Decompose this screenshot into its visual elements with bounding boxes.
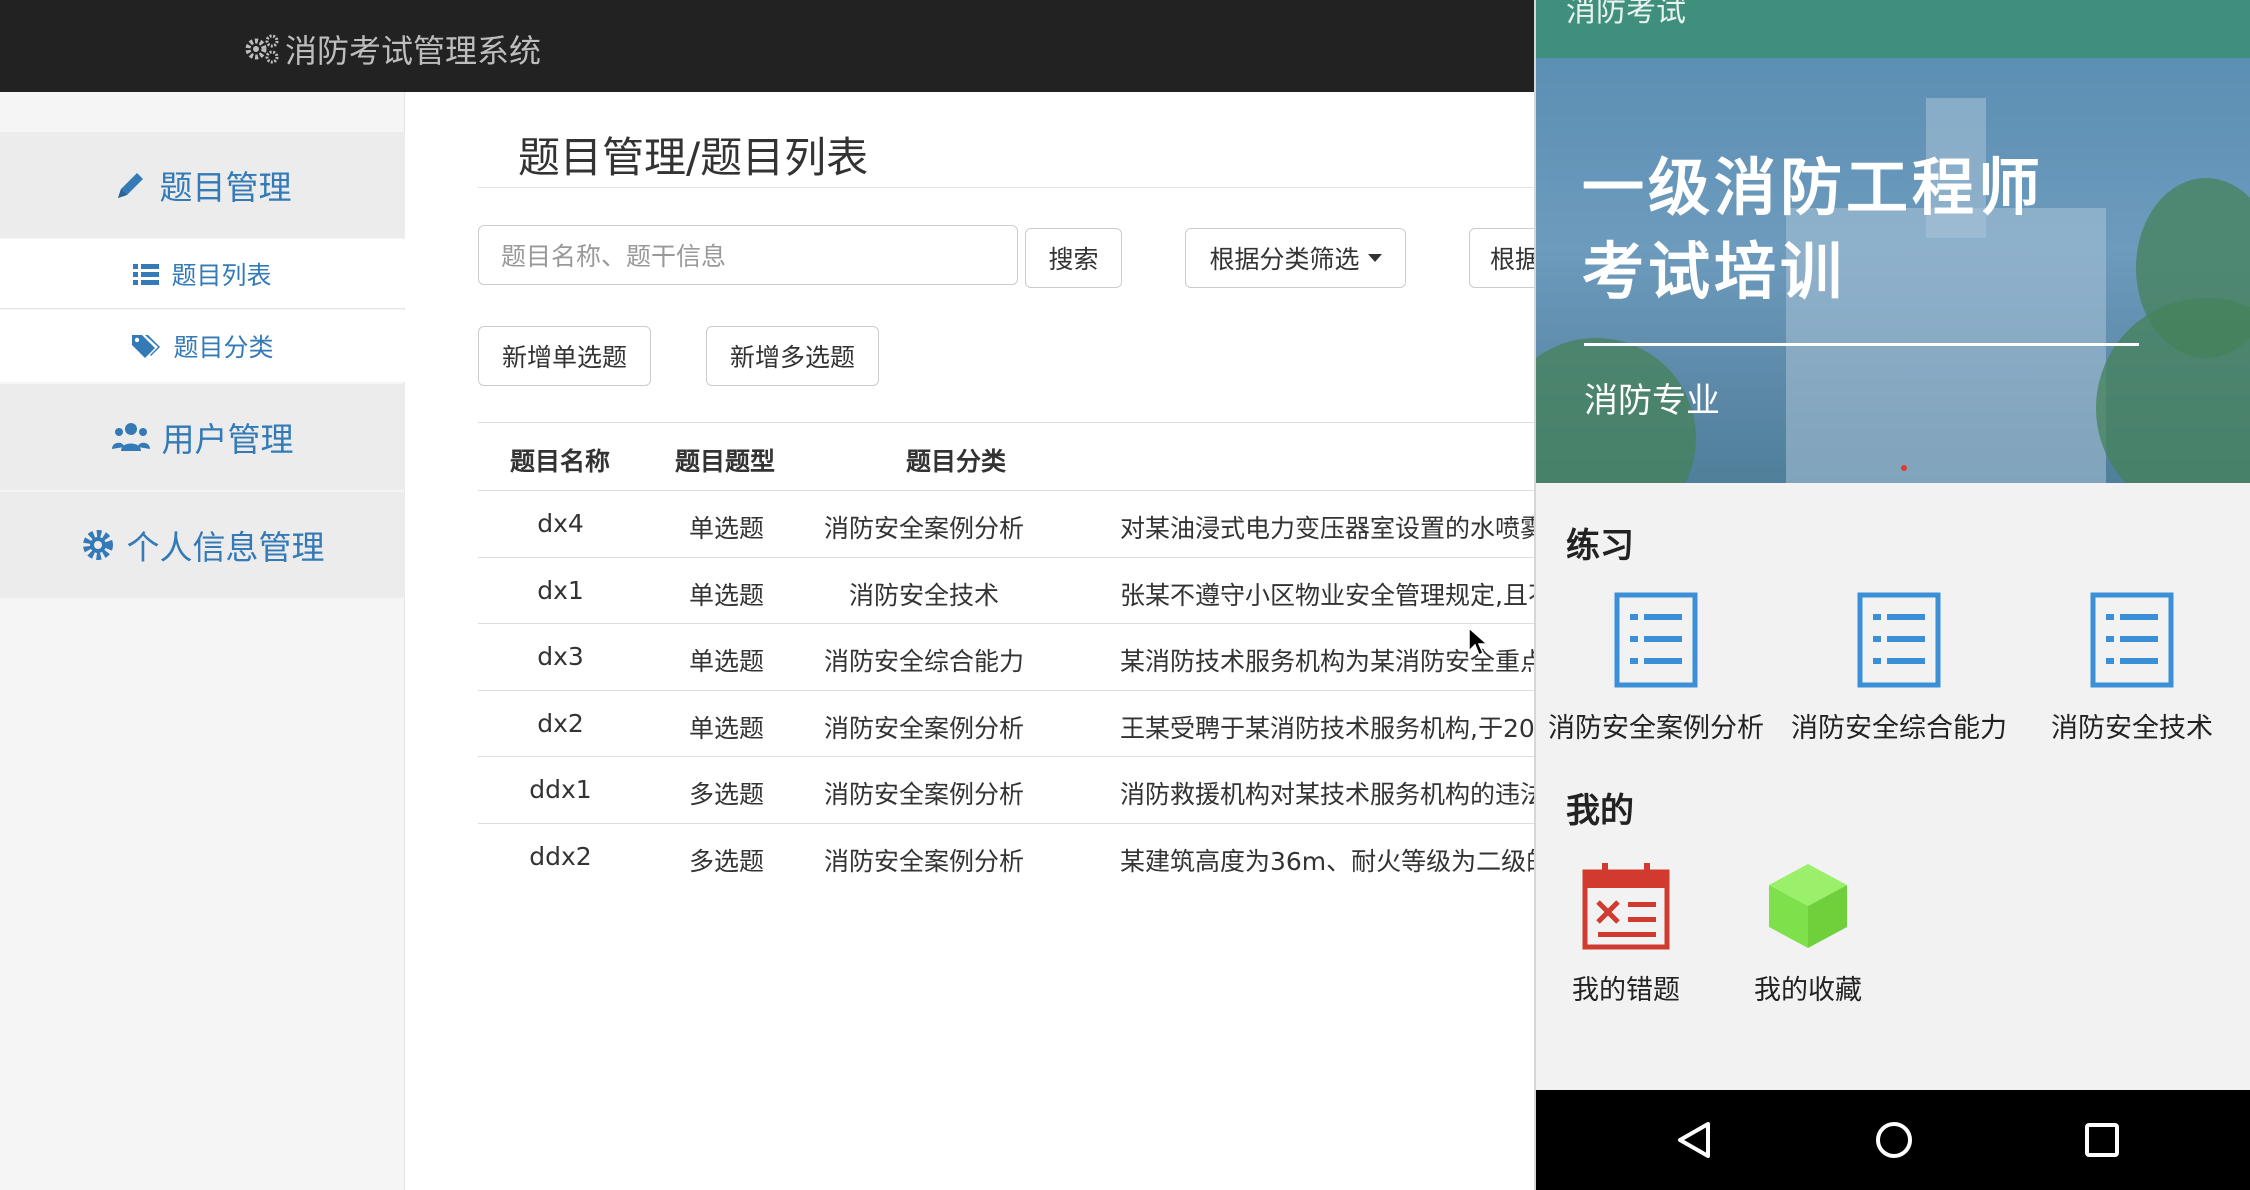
cell-content: 王某受聘于某消防技术服务机构,于20 xyxy=(1120,714,1535,743)
cell-content: 某消防技术服务机构为某消防安全重点 xyxy=(1120,647,1546,676)
add-multi-choice-button[interactable]: 新增多选题 xyxy=(706,326,879,386)
cell-content: 对某油浸式电力变压器室设置的水喷雾 xyxy=(1120,514,1546,543)
table-row[interactable]: dx4 单选题 消防安全案例分析 对某油浸式电力变压器室设置的水喷雾 xyxy=(478,490,1578,557)
banner-title-line2: 考试培训 xyxy=(1582,235,1847,308)
cell-type: 单选题 xyxy=(688,581,764,610)
sidebar-group-label: 用户管理 xyxy=(161,420,294,459)
brand[interactable]: 消防考试管理系统 xyxy=(243,26,541,72)
cell-category: 消防安全案例分析 xyxy=(823,714,1024,743)
list-icon xyxy=(133,263,160,285)
cell-content: 某建筑高度为36m、耐火等级为二级的 xyxy=(1120,847,1552,876)
table-row[interactable]: ddx2 多选题 消防安全案例分析 某建筑高度为36m、耐火等级为二级的 xyxy=(478,823,1578,890)
banner-subtitle: 消防专业 xyxy=(1584,381,1720,421)
practice-item-label: 消防安全技术 xyxy=(2051,713,2213,744)
cell-content: 消防救援机构对某技术服务机构的违法 xyxy=(1120,780,1546,809)
gear-icon xyxy=(82,530,113,560)
cell-name: ddx1 xyxy=(529,775,592,804)
banner-divider xyxy=(1584,343,2139,346)
cell-category: 消防安全综合能力 xyxy=(823,647,1024,676)
cell-category: 消防安全案例分析 xyxy=(823,847,1024,876)
sidebar: 题目管理 题目列表 题目分类 用户管理 个人信息管理 xyxy=(0,92,405,1190)
cell-name: dx1 xyxy=(537,576,584,605)
cell-content: 张某不遵守小区物业安全管理规定,且不 xyxy=(1120,581,1553,610)
table-row[interactable]: ddx1 多选题 消防安全案例分析 消防救援机构对某技术服务机构的违法 xyxy=(478,756,1578,823)
filter-category-label: 根据分类筛选 xyxy=(1209,245,1360,274)
filter-type-label: 根据 xyxy=(1490,245,1541,274)
title-divider xyxy=(478,187,1578,188)
recents-icon[interactable] xyxy=(2084,1120,2120,1160)
column-header-type: 题目题型 xyxy=(675,447,776,476)
document-list-icon xyxy=(2090,592,2174,688)
column-header-category: 题目分类 xyxy=(906,447,1007,476)
table-row[interactable]: dx2 单选题 消防安全案例分析 王某受聘于某消防技术服务机构,于20 xyxy=(478,690,1578,757)
cell-type: 单选题 xyxy=(688,647,764,676)
cell-category: 消防安全技术 xyxy=(848,581,999,610)
practice-case-analysis[interactable]: 消防安全案例分析 xyxy=(1536,592,1776,745)
sidebar-item-question-list[interactable]: 题目列表 xyxy=(0,239,405,309)
search-button[interactable]: 搜索 xyxy=(1025,228,1122,288)
phone-app-title: 消防考试 xyxy=(1566,0,1686,29)
sidebar-item-label: 题目列表 xyxy=(171,260,272,290)
table-row[interactable]: dx1 单选题 消防安全技术 张某不遵守小区物业安全管理规定,且不 xyxy=(478,557,1578,624)
banner-title: 一级消防工程师 考试培训 xyxy=(1582,146,2044,314)
practice-item-label: 消防安全案例分析 xyxy=(1548,713,1764,744)
document-list-icon xyxy=(1857,592,1941,688)
sidebar-group-label: 题目管理 xyxy=(159,168,292,207)
mouse-cursor-icon xyxy=(1468,627,1488,657)
caret-down-icon xyxy=(1367,254,1382,262)
cell-category: 消防安全案例分析 xyxy=(823,514,1024,543)
android-navigation-bar xyxy=(1536,1090,2250,1190)
practice-comprehensive-ability[interactable]: 消防安全综合能力 xyxy=(1779,592,2019,745)
top-navbar: 消防考试管理系统 xyxy=(0,0,1534,92)
practice-safety-technology[interactable]: 消防安全技术 xyxy=(2012,592,2250,745)
back-icon[interactable] xyxy=(1676,1120,1712,1160)
document-list-icon xyxy=(1614,592,1698,688)
cell-type: 单选题 xyxy=(688,714,764,743)
pencil-icon xyxy=(117,173,143,198)
practice-section-title: 练习 xyxy=(1566,526,1634,566)
search-input[interactable]: 题目名称、题干信息 xyxy=(478,225,1018,285)
tags-icon xyxy=(132,335,161,358)
brand-title: 消防考试管理系统 xyxy=(285,32,542,70)
my-favorites[interactable]: 我的收藏 xyxy=(1718,862,1898,1007)
cell-type: 多选题 xyxy=(688,847,764,876)
cell-category: 消防安全案例分析 xyxy=(823,780,1024,809)
mine-section-title: 我的 xyxy=(1566,791,1634,831)
home-icon[interactable] xyxy=(1874,1120,1914,1160)
main-content: 题目管理/题目列表 题目名称、题干信息 搜索 根据分类筛选 根据 新增单选题 新… xyxy=(405,92,1578,1190)
banner-indicator-dot xyxy=(1901,465,1907,471)
mine-item-label: 我的错题 xyxy=(1572,975,1680,1006)
phone-app-bar: 消防考试 xyxy=(1536,0,2250,58)
banner[interactable]: 一级消防工程师 考试培训 消防专业 xyxy=(1536,58,2250,483)
cell-name: dx3 xyxy=(537,642,584,671)
table-row[interactable]: dx3 单选题 消防安全综合能力 某消防技术服务机构为某消防安全重点 xyxy=(478,623,1578,690)
cell-type: 多选题 xyxy=(688,780,764,809)
cell-name: dx2 xyxy=(537,709,584,738)
sidebar-item-label: 题目分类 xyxy=(173,333,274,362)
mine-item-label: 我的收藏 xyxy=(1754,975,1862,1006)
cell-name: ddx2 xyxy=(529,842,592,871)
sidebar-group-user-management[interactable]: 用户管理 xyxy=(0,384,405,490)
column-header-name: 题目名称 xyxy=(510,447,611,476)
add-single-choice-button[interactable]: 新增单选题 xyxy=(478,326,651,386)
filter-category-dropdown[interactable]: 根据分类筛选 xyxy=(1185,228,1406,288)
cell-type: 单选题 xyxy=(688,514,764,543)
page-title: 题目管理/题目列表 xyxy=(518,133,869,182)
phone-screen: 消防考试 一级消防工程师 考试培训 消防专业 练习 消防安全案例分析 消防安全综… xyxy=(1534,0,2250,1190)
sidebar-group-label: 个人信息管理 xyxy=(126,528,325,567)
banner-title-line1: 一级消防工程师 xyxy=(1582,151,2045,224)
my-wrong-questions[interactable]: 我的错题 xyxy=(1536,862,1716,1007)
search-placeholder: 题目名称、题干信息 xyxy=(501,242,727,271)
cell-name: dx4 xyxy=(537,509,584,538)
practice-item-label: 消防安全综合能力 xyxy=(1791,713,2007,744)
cube-icon xyxy=(1769,864,1847,948)
sidebar-group-question-management[interactable]: 题目管理 xyxy=(0,132,405,238)
users-icon xyxy=(111,423,150,451)
gears-icon xyxy=(245,34,279,64)
table-top-border xyxy=(478,422,1578,423)
sidebar-group-personal-info[interactable]: 个人信息管理 xyxy=(0,492,405,598)
sidebar-item-question-category[interactable]: 题目分类 xyxy=(0,310,405,382)
calendar-x-icon xyxy=(1582,863,1670,950)
